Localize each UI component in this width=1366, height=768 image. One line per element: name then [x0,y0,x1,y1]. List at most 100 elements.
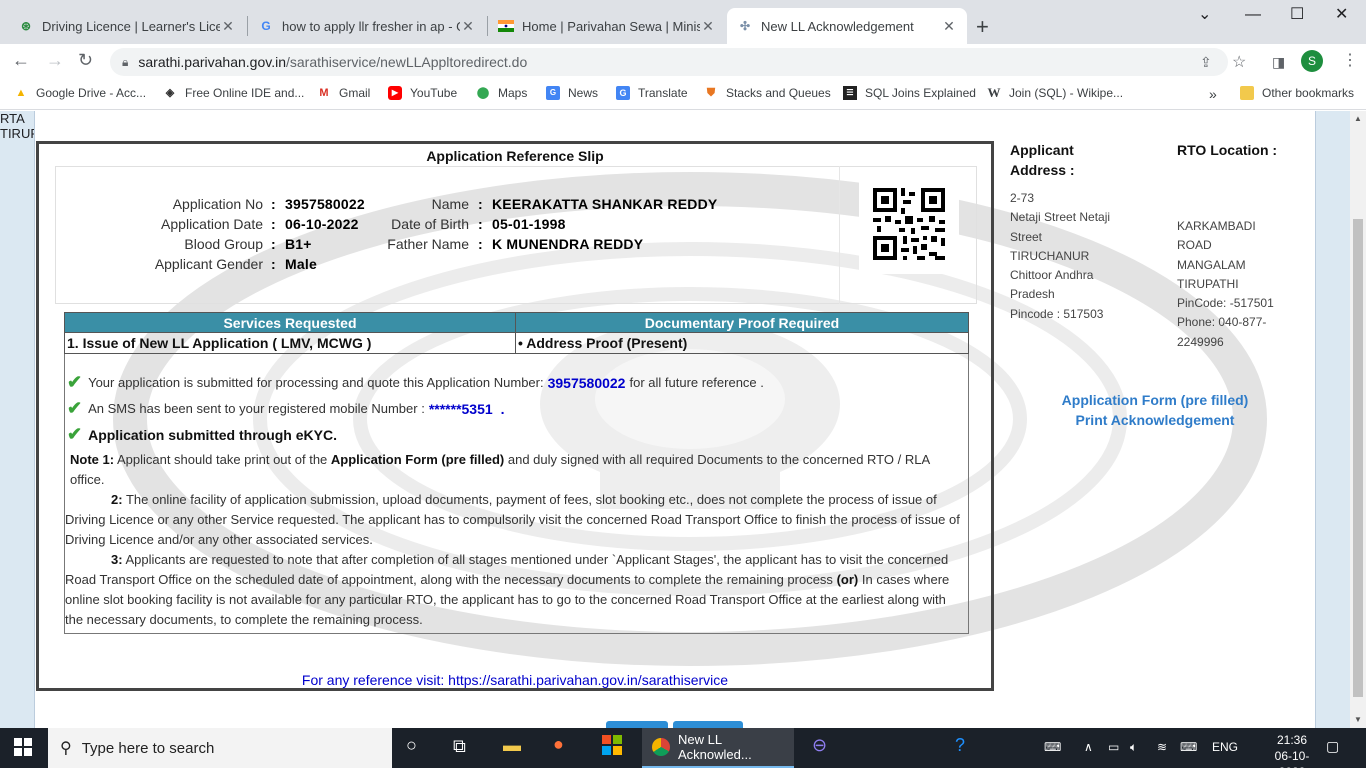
princeton-shield-icon: ⛊ [706,87,716,99]
taskbar-chrome-app[interactable]: New LL Acknowled... [642,728,794,768]
close-tab-icon[interactable]: ✕ [700,18,716,35]
address-line: Netaji Street Netaji [1010,210,1111,225]
minimize-icon[interactable]: — [1245,6,1261,24]
system-clock[interactable]: 21:36 06-10-2022 [1262,732,1322,768]
address-line: TIRUCHANUR [1010,248,1090,263]
task-view-icon[interactable]: ⧉ [453,736,466,757]
bookmark-label: Stacks and Queues [726,86,831,100]
bookmarks-overflow-icon[interactable]: » [1209,86,1217,102]
colon: : [271,256,276,272]
back-arrow-icon[interactable]: ← [12,50,30,71]
close-tab-icon[interactable]: ✕ [460,18,476,35]
close-tab-icon[interactable]: ✕ [941,18,957,35]
close-tab-icon[interactable]: ✕ [220,18,236,35]
colon: : [478,236,483,252]
address-line: Street [1010,229,1043,244]
bookmark-label: Translate [638,86,688,100]
checkmark-icon: ✔ [67,372,83,392]
bottom-button-right[interactable] [673,721,743,728]
qr-code [859,174,959,274]
office-icon[interactable] [602,735,622,760]
cortana-icon[interactable]: ○ [406,735,417,756]
bookmark-label: Maps [498,86,528,100]
reference-link[interactable]: For any reference visit: https://sarathi… [39,672,991,688]
tab-driving-licence[interactable]: ⊛ Driving Licence | Learner's Licence ✕ [8,8,246,44]
file-explorer-icon[interactable]: ▬ [503,735,521,756]
help-icon[interactable]: ? [955,735,965,756]
language-indicator[interactable]: ENG [1212,740,1238,754]
bookmark-label: Join (SQL) - Wikipe... [1009,86,1124,100]
new-tab-button[interactable]: + [976,14,989,40]
bookmark-maps[interactable]: ⬤ Maps [476,86,528,100]
tab-strip: ⊛ Driving Licence | Learner's Licence ✕ … [0,0,1366,44]
bookmark-join-wikipedia[interactable]: W Join (SQL) - Wikipe... [987,85,1124,101]
note-3: 3: Applicants are requested to note that… [65,550,965,630]
gmail-icon: M [319,87,329,99]
side-panel-icon[interactable]: ◨ [1272,54,1285,71]
eclipse-icon[interactable]: ⊖ [812,735,827,756]
notifications-icon[interactable]: ▢ [1326,738,1339,755]
bookmark-youtube[interactable]: ▶ YouTube [388,86,457,100]
value-blood-group: B1+ [285,236,312,252]
bookmark-label: Free Online IDE and... [185,86,305,100]
bookmark-online-ide[interactable]: ◈ Free Online IDE and... [163,86,305,100]
keyboard-layout-icon[interactable]: ⌨ [1044,740,1061,754]
close-window-icon[interactable]: ✕ [1335,4,1348,24]
value-father-name: K MUNENDRA REDDY [492,236,644,252]
rto-line: MANGALAM [1177,257,1246,272]
note-emphasis: Application Form (pre filled) [330,452,505,467]
bookmark-google-drive[interactable]: ▲ Google Drive - Acc... [14,86,147,100]
maximize-icon[interactable]: ☐ [1290,4,1304,24]
wifi-icon[interactable]: ≋ [1157,740,1167,754]
bookmark-stacks-queues[interactable]: ⛊ Stacks and Queues [704,86,831,100]
bookmark-news[interactable]: G News [546,86,598,100]
tab-new-ll-acknowledgement[interactable]: ✣ New LL Acknowledgement ✕ [727,8,967,44]
touch-keyboard-icon[interactable]: ⌨ [1180,740,1197,754]
forward-arrow-icon[interactable]: → [46,50,64,71]
value-application-date: 06-10-2022 [285,216,359,232]
scrollbar-thumb[interactable] [1353,219,1363,697]
tab-title: Driving Licence | Learner's Licence [42,18,220,34]
sql-icon: ☰ [843,86,857,100]
bookmark-translate[interactable]: G Translate [616,86,688,100]
lock-icon: 🔒︎ [122,54,129,69]
tab-google-search[interactable]: G how to apply llr fresher in ap - Go ✕ [248,8,486,44]
reload-icon[interactable]: ↻ [78,50,93,71]
chrome-icon [652,738,670,756]
application-reference-slip: Application Reference Slip Application N… [36,141,994,691]
note-text: Applicants are requested to note that af… [65,552,949,587]
clock-date: 06-10-2022 [1274,749,1310,768]
tab-parivahan-home[interactable]: Home | Parivahan Sewa | Ministry ✕ [488,8,726,44]
url-domain: sarathi.parivahan.gov.in [138,54,286,70]
address-bar[interactable]: 🔒︎ sarathi.parivahan.gov.in/sarathiservi… [110,48,1228,76]
firefox-icon[interactable]: ● [553,734,564,755]
bottom-button-left[interactable] [606,721,668,728]
more-menu-icon[interactable]: ⋮ [1342,50,1358,70]
bookmark-sql-joins[interactable]: ☰ SQL Joins Explained [843,86,976,100]
wikipedia-icon: W [987,85,1001,100]
other-bookmarks[interactable]: Other bookmarks [1240,86,1354,100]
show-hidden-icons-chevron[interactable]: ∧ [1084,740,1093,754]
colon: : [271,196,276,212]
windows-start-icon[interactable] [14,738,32,761]
application-form-link[interactable]: Application Form (pre filled) [1035,392,1275,408]
bookmark-gmail[interactable]: M Gmail [317,86,370,100]
volume-icon[interactable]: 🔈︎ [1130,740,1137,755]
label-date-of-birth: Date of Birth [391,216,469,232]
bookmark-star-icon[interactable]: ☆ [1232,52,1246,72]
print-acknowledgement-link[interactable]: Print Acknowledgement [1035,412,1275,428]
network-icon[interactable]: ▭ [1108,740,1119,754]
rto-line: 2249996 [1177,334,1224,349]
vertical-scrollbar[interactable]: ▲ ▼ [1350,111,1366,728]
note-text: The online facility of application submi… [65,492,960,547]
share-icon[interactable]: ⇪ [1200,54,1212,71]
youtube-icon: ▶ [388,86,402,100]
tab-search-chevron-icon[interactable]: ⌄ [1198,4,1211,24]
scroll-down-icon[interactable]: ▼ [1354,715,1362,724]
address-line: Pincode : 517503 [1010,306,1104,321]
message-ekyc: ✔ Application submitted through eKYC. [67,424,337,445]
taskbar-search[interactable]: ⚲ Type here to search [48,728,392,768]
tab-title: New LL Acknowledgement [761,18,914,34]
profile-avatar[interactable]: S [1301,50,1323,72]
scroll-up-icon[interactable]: ▲ [1354,114,1362,123]
